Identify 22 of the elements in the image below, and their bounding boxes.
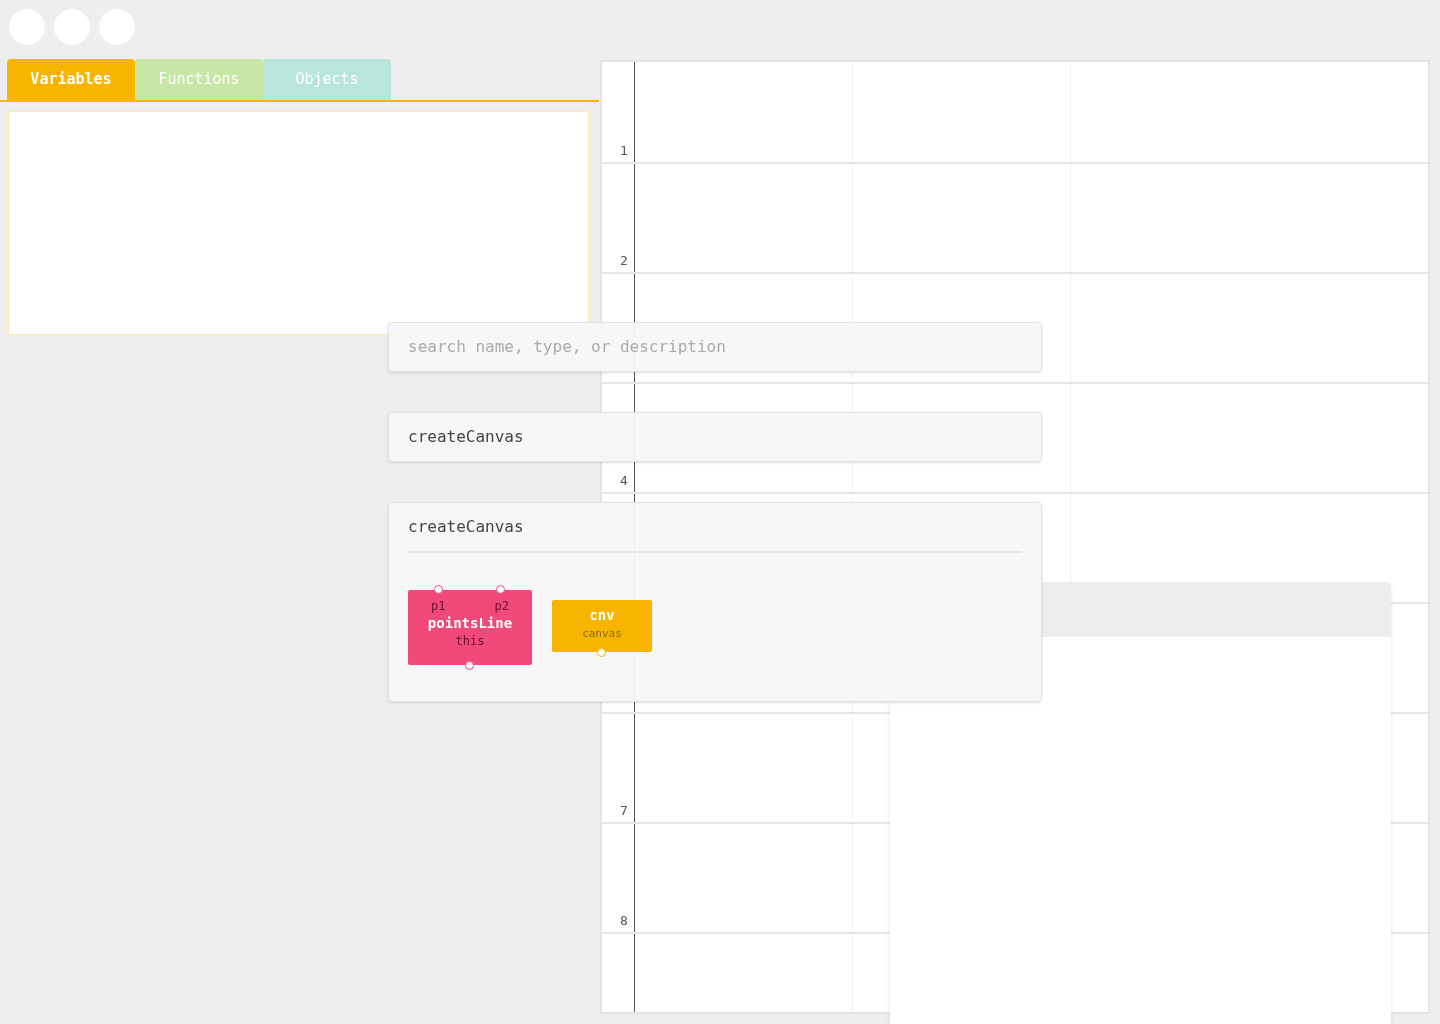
- port[interactable]: [496, 585, 505, 594]
- port[interactable]: [597, 648, 606, 657]
- tab[interactable]: Variables: [7, 59, 135, 100]
- port[interactable]: [434, 585, 443, 594]
- search-field[interactable]: search name, type, or description: [388, 322, 1042, 372]
- line-number: 4: [620, 471, 628, 490]
- line-number: 1: [620, 141, 628, 160]
- variable-name: cnv: [589, 606, 615, 625]
- function-block[interactable]: p1 p2 pointsLine this: [408, 590, 532, 665]
- variable-block[interactable]: cnv canvas: [552, 600, 652, 652]
- search-field[interactable]: search name, type, or description: [408, 335, 1022, 359]
- line-number: 2: [620, 251, 628, 270]
- line-number: 7: [620, 801, 628, 820]
- input-label: p2: [494, 599, 509, 613]
- line-number: 8: [620, 911, 628, 930]
- function-name: pointsLine: [427, 614, 513, 633]
- result-item[interactable]: createCanvas: [388, 412, 1042, 462]
- input-label: p1: [431, 599, 446, 613]
- variable-type: canvas: [582, 626, 622, 642]
- detail-title: createCanvas: [408, 516, 524, 538]
- port[interactable]: [465, 661, 474, 670]
- output-label: this: [455, 633, 485, 649]
